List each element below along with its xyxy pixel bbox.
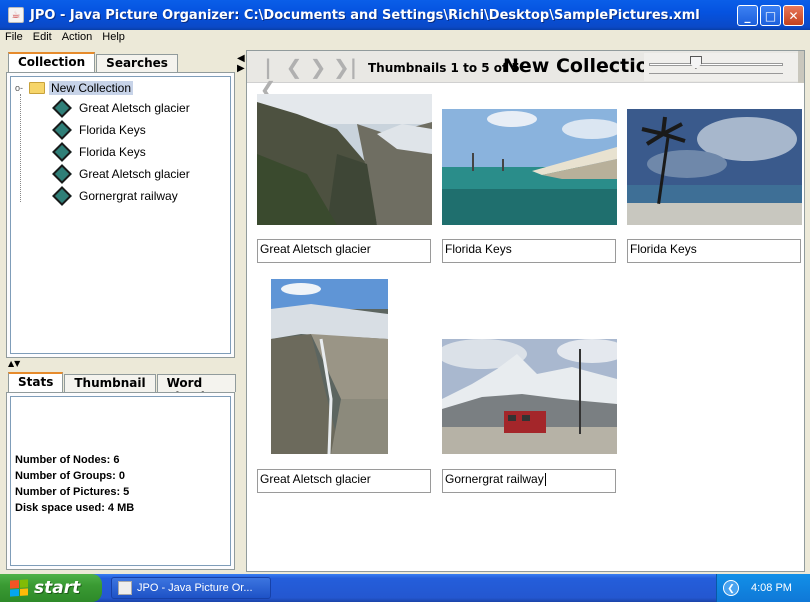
tree-item-label: Florida Keys	[79, 123, 146, 137]
close-button[interactable]: ✕	[783, 5, 804, 26]
thumbnail-caption[interactable]: Florida Keys	[627, 239, 801, 263]
tab-stats[interactable]: Stats	[8, 372, 64, 392]
menu-bar: File Edit Action Help	[0, 30, 810, 47]
collection-tree: o- New Collection Great Aletsch glacier …	[10, 76, 231, 354]
tree-expand-icon[interactable]: o-	[15, 83, 25, 93]
picture-node-icon	[52, 98, 72, 118]
tab-collection[interactable]: Collection	[8, 52, 96, 72]
tree-item-label: Great Aletsch glacier	[79, 167, 190, 181]
thumbnail-caption[interactable]: Florida Keys	[442, 239, 616, 263]
window-title: JPO - Java Picture Organizer: C:\Documen…	[30, 7, 700, 23]
top-tab-strip: Collection Searches	[8, 52, 179, 72]
mountain-valley-photo	[257, 94, 432, 225]
thumbnail-pane: |❮ ❮ ❯ ❯| Thumbnails 1 to 5 of 5 New Col…	[246, 50, 805, 572]
stat-groups: Number of Groups: 0	[15, 470, 126, 482]
tree-connector	[20, 94, 21, 202]
zoom-track[interactable]	[649, 63, 783, 66]
zoom-thumb[interactable]	[689, 56, 702, 69]
thumbnail-image[interactable]	[442, 339, 617, 454]
left-pane: Collection Searches o- New Collection Gr…	[4, 50, 237, 572]
caption-text: Gornergrat railway	[445, 472, 544, 486]
text-cursor	[544, 473, 546, 487]
picture-node-icon	[52, 186, 72, 206]
collection-title: New Collection	[503, 55, 663, 77]
tree-item[interactable]: Florida Keys	[52, 120, 146, 140]
glacier-portrait-photo	[271, 279, 388, 454]
start-button[interactable]: start	[0, 574, 102, 602]
next-page-icon[interactable]: ❯	[307, 56, 329, 78]
system-tray: ❮ 4:08 PM	[716, 574, 810, 602]
thumbnails-count: Thumbnails 1 to 5 of 5	[368, 61, 520, 75]
tree-item[interactable]: Florida Keys	[52, 142, 146, 162]
toolbar-scroll-edge	[798, 51, 804, 83]
taskbar: start JPO - Java Picture Or... ❮ 4:08 PM	[0, 574, 810, 602]
tray-expand-icon[interactable]: ❮	[723, 580, 739, 596]
picture-node-icon	[52, 120, 72, 140]
zoom-ticks	[649, 73, 783, 76]
collection-panel: o- New Collection Great Aletsch glacier …	[6, 72, 235, 358]
tree-item[interactable]: Great Aletsch glacier	[52, 98, 190, 118]
palm-beach-photo	[627, 109, 802, 225]
stat-disk-space: Disk space used: 4 MB	[15, 502, 135, 514]
tree-item[interactable]: Great Aletsch glacier	[52, 164, 190, 184]
tab-thumbnail[interactable]: Thumbnail	[64, 374, 156, 392]
zoom-slider[interactable]	[644, 53, 804, 81]
picture-node-icon	[52, 142, 72, 162]
thumbnail-caption[interactable]: Great Aletsch glacier	[257, 469, 431, 493]
java-cup-icon: ☕	[8, 7, 24, 23]
thumbnail-image[interactable]	[271, 279, 388, 454]
thumbnail-image[interactable]	[627, 109, 802, 225]
menu-action[interactable]: Action	[57, 30, 98, 47]
taskbar-app-label: JPO - Java Picture Or...	[137, 582, 253, 594]
tree-item-label: Great Aletsch glacier	[79, 101, 190, 115]
start-label: start	[34, 578, 81, 598]
railway-mountains-photo	[442, 339, 617, 454]
tree-root-label: New Collection	[49, 81, 134, 95]
split-arrows-icon[interactable]: ▲▼	[8, 360, 20, 368]
last-page-icon[interactable]: ❯|	[333, 56, 357, 78]
bridge-sea-photo	[442, 109, 617, 225]
tab-searches[interactable]: Searches	[96, 54, 178, 72]
maximize-button[interactable]: □	[760, 5, 781, 26]
title-bar: ☕ JPO - Java Picture Organizer: C:\Docum…	[0, 0, 810, 30]
tree-item-label: Florida Keys	[79, 145, 146, 159]
vertical-splitter[interactable]: ◀ ▶	[237, 50, 245, 572]
stat-pictures: Number of Pictures: 5	[15, 486, 130, 498]
menu-edit[interactable]: Edit	[28, 30, 57, 47]
previous-page-icon[interactable]: ❮	[283, 56, 305, 78]
first-page-icon[interactable]: |❮	[257, 56, 279, 100]
stats-content: Number of Nodes: 6 Number of Groups: 0 N…	[10, 396, 231, 566]
stats-panel: Number of Nodes: 6 Number of Groups: 0 N…	[6, 392, 235, 570]
folder-icon	[29, 82, 45, 94]
menu-file[interactable]: File	[0, 30, 28, 47]
taskbar-app-button[interactable]: JPO - Java Picture Or...	[111, 577, 271, 599]
bottom-tab-strip: Stats Thumbnail Word Cloud	[8, 372, 237, 404]
tree-item[interactable]: Gornergrat railway	[52, 186, 178, 206]
minimize-button[interactable]: _	[737, 5, 758, 26]
windows-logo-icon	[10, 579, 28, 597]
thumbnail-image[interactable]	[257, 94, 432, 225]
stat-nodes: Number of Nodes: 6	[15, 454, 120, 466]
navigation-toolbar: |❮ ❮ ❯ ❯| Thumbnails 1 to 5 of 5 New Col…	[247, 51, 804, 100]
tree-item-label: Gornergrat railway	[79, 189, 178, 203]
collapse-arrows-icon[interactable]: ◀ ▶	[237, 54, 245, 74]
tree-root-node[interactable]: o- New Collection	[15, 81, 134, 95]
clock: 4:08 PM	[751, 582, 792, 594]
picture-node-icon	[52, 164, 72, 184]
thumbnail-caption[interactable]: Great Aletsch glacier	[257, 239, 431, 263]
thumbnail-image[interactable]	[442, 109, 617, 225]
menu-help[interactable]: Help	[97, 30, 130, 47]
tab-word-cloud[interactable]: Word Cloud	[156, 374, 236, 404]
java-cup-icon	[118, 581, 132, 595]
horizontal-splitter[interactable]: ▲▼	[4, 360, 237, 368]
thumbnail-caption-editing[interactable]: Gornergrat railway	[442, 469, 616, 493]
